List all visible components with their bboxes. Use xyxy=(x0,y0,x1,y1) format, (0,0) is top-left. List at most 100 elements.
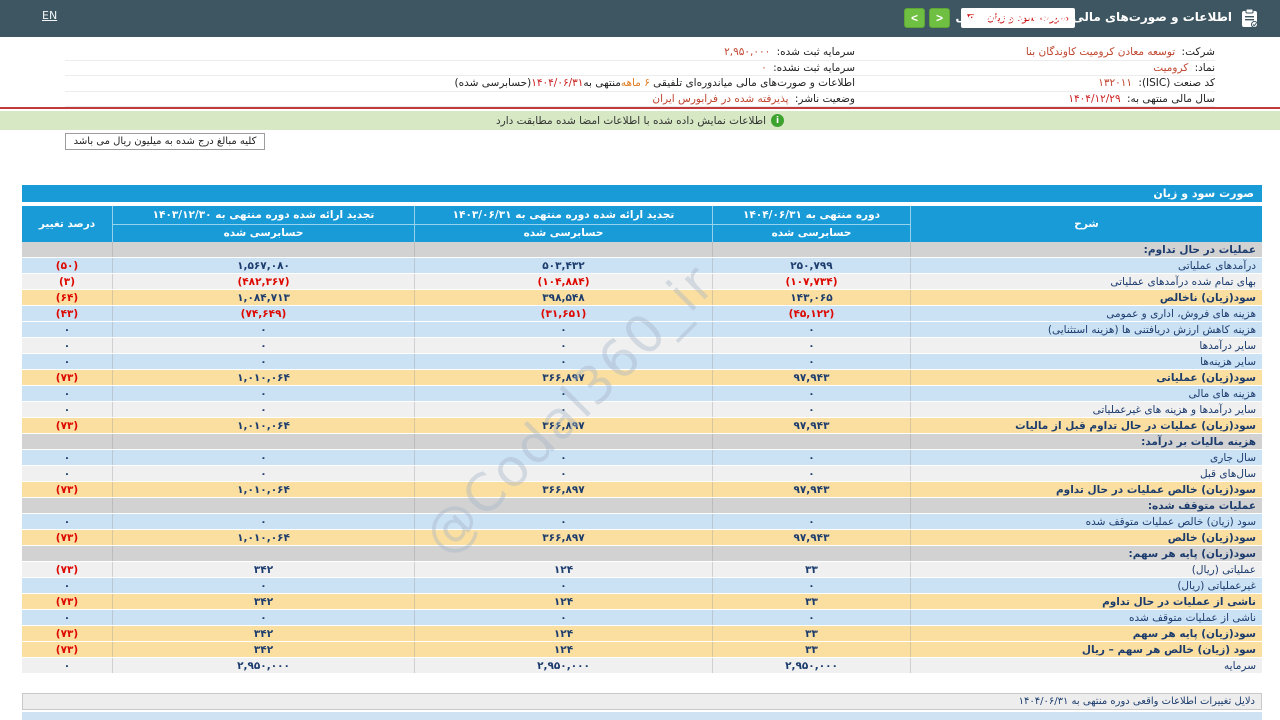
statement-row: سود(زیان) ناخالص ۱۴۳,۰۶۵ ۳۹۸,۵۴۸ ۱,۰۸۴,۷۱۳ (… xyxy=(22,290,1262,306)
row-value-restated-year: ۳۴۲ xyxy=(112,626,414,641)
row-label: سود(زیان) پایه هر سهم: xyxy=(910,546,1262,561)
column-header-description: شرح xyxy=(910,206,1262,242)
statement-row: سود (زیان) خالص هر سهم – ریال ۳۳ ۱۲۴ ۳۴۲ (۷۳… xyxy=(22,642,1262,658)
row-value-percent-change: (۶۴) xyxy=(55,292,79,304)
statement-row: سایر درآمدها و هزینه های غیرعملیاتی ۰ ۰ ۰ ۰ xyxy=(22,402,1262,418)
statement-row: سود (زیان) خالص عملیات متوقف شده ۰ ۰ ۰ ۰ xyxy=(22,514,1262,530)
row-label: ناشی از عملیات متوقف شده xyxy=(910,610,1262,625)
row-value-restated-half: ۳۶۶,۸۹۷ xyxy=(414,370,712,385)
row-value-current: ۰ xyxy=(712,466,910,481)
row-value-percent-change: (۴۳) xyxy=(55,308,79,320)
row-value-current: ۰ xyxy=(712,514,910,529)
codal-statement-page: EN < > صورت سود و زیان ▼ اطلاعات و صورت‌… xyxy=(0,0,1280,720)
row-value-restated-year: ۱,۰۱۰,۰۶۴ xyxy=(112,370,414,385)
row-value-current: ۰ xyxy=(712,402,910,417)
report-period-line: اطلاعات و صورت‌های مالی میاندوره‌ای تلفی… xyxy=(649,77,855,89)
row-value-restated-year xyxy=(112,546,414,561)
next-statement-button[interactable]: > xyxy=(929,8,950,28)
row-value-restated-year xyxy=(112,498,414,513)
statement-row: درآمدهای عملیاتی ۲۵۰,۷۹۹ ۵۰۳,۴۳۲ ۱,۵۶۷,۰۸۰ (… xyxy=(22,258,1262,274)
row-value-current: ۹۷,۹۴۳ xyxy=(712,418,910,433)
english-language-link[interactable]: EN xyxy=(42,9,57,22)
top-header-bar: EN < > صورت سود و زیان ▼ اطلاعات و صورت‌… xyxy=(0,0,1280,37)
row-value-percent-change xyxy=(22,498,112,513)
row-label: سود(زیان) عملیات در حال تداوم قبل از مال… xyxy=(910,418,1262,433)
row-value-percent-change xyxy=(22,242,112,257)
row-label: سود (زیان) خالص هر سهم – ریال xyxy=(910,642,1262,657)
row-value-restated-half: ۲,۹۵۰,۰۰۰ xyxy=(414,658,712,673)
row-value-current: ۳۳ xyxy=(712,562,910,577)
registered-capital-label: سرمایه ثبت شده: xyxy=(776,46,855,58)
column-header-restated-half: تجدید ارائه شده دوره منتهی به ۱۴۰۳/۰۶/۳۱… xyxy=(414,206,712,242)
row-value-restated-half xyxy=(414,546,712,561)
row-value-percent-change: ۰ xyxy=(63,516,71,528)
row-value-percent-change: (۷۳) xyxy=(55,532,79,544)
row-value-restated-half: ۱۲۴ xyxy=(414,594,712,609)
row-value-restated-year: ۳۴۲ xyxy=(112,562,414,577)
row-value-restated-year xyxy=(112,242,414,257)
row-value-restated-year: ۱,۵۶۷,۰۸۰ xyxy=(112,258,414,273)
row-value-percent-change: (۷۳) xyxy=(55,420,79,432)
row-label: هزینه کاهش ارزش دریافتنی ها (هزینه استثن… xyxy=(910,322,1262,337)
row-value-current: ۰ xyxy=(712,354,910,369)
statement-row: سرمایه ۲,۹۵۰,۰۰۰ ۲,۹۵۰,۰۰۰ ۲,۹۵۰,۰۰۰ ۰ xyxy=(22,658,1262,674)
unregistered-capital-value: ۰ xyxy=(761,61,767,74)
row-label: سایر درآمدها و هزینه های غیرعملیاتی xyxy=(910,402,1262,417)
row-label: هزینه مالیات بر درآمد: xyxy=(910,434,1262,449)
row-value-restated-half: ۰ xyxy=(414,386,712,401)
symbol-label: نماد: xyxy=(1194,61,1215,74)
fiscal-year-label: سال مالی منتهی به: xyxy=(1126,92,1215,105)
row-value-current: ۰ xyxy=(712,450,910,465)
row-value-restated-half xyxy=(414,434,712,449)
statement-row: سود(زیان) خالص ۹۷,۹۴۳ ۳۶۶,۸۹۷ ۱,۰۱۰,۰۶۴ (۷۳) xyxy=(22,530,1262,546)
statement-row: سود(زیان) خالص عملیات در حال تداوم ۹۷,۹۴۳… xyxy=(22,482,1262,498)
statement-row: سود(زیان) عملیاتی ۹۷,۹۴۳ ۳۶۶,۸۹۷ ۱,۰۱۰,۰۶۴ (… xyxy=(22,370,1262,386)
row-label: سال‌های قبل xyxy=(910,466,1262,481)
row-value-current: ۳۳ xyxy=(712,642,910,657)
row-value-restated-year: ۰ xyxy=(112,322,414,337)
row-value-percent-change: (۳) xyxy=(58,276,75,288)
info-row: سال مالی منتهی به: ۱۴۰۴/۱۲/۲۹ وضعیت ناشر… xyxy=(65,92,1215,107)
row-value-restated-half: ۰ xyxy=(414,338,712,353)
statement-row: سایر درآمدها ۰ ۰ ۰ ۰ xyxy=(22,338,1262,354)
statement-row: عملیاتی (ریال) ۳۳ ۱۲۴ ۳۴۲ (۷۳) xyxy=(22,562,1262,578)
row-label: سود (زیان) خالص عملیات متوقف شده xyxy=(910,514,1262,529)
row-value-restated-year: ۰ xyxy=(112,610,414,625)
row-label: درآمدهای عملیاتی xyxy=(910,258,1262,273)
row-label: عملیات متوقف شده: xyxy=(910,498,1262,513)
statement-section-row: عملیات در حال تداوم: xyxy=(22,242,1262,258)
registered-capital-value: ۲,۹۵۰,۰۰۰ xyxy=(724,46,771,58)
row-value-restated-half: ۳۶۶,۸۹۷ xyxy=(414,482,712,497)
row-label: سود(زیان) خالص xyxy=(910,530,1262,545)
row-value-restated-half: ۰ xyxy=(414,354,712,369)
statement-row: سود(زیان) پایه هر سهم ۳۳ ۱۲۴ ۳۴۲ (۷۳) xyxy=(22,626,1262,642)
row-value-percent-change: (۷۳) xyxy=(55,596,79,608)
info-row: نماد: کرومیت سرمایه ثبت نشده: ۰ xyxy=(65,61,1215,76)
row-value-restated-half: ۳۹۸,۵۴۸ xyxy=(414,290,712,305)
row-value-restated-year: ۰ xyxy=(112,354,414,369)
unregistered-capital-label: سرمایه ثبت نشده: xyxy=(773,61,855,74)
row-label: ناشی از عملیات در حال تداوم xyxy=(910,594,1262,609)
statement-row: سود(زیان) عملیات در حال تداوم قبل از مال… xyxy=(22,418,1262,434)
row-value-current: ۰ xyxy=(712,322,910,337)
row-value-restated-half: ۰ xyxy=(414,402,712,417)
row-value-restated-year: ۰ xyxy=(112,450,414,465)
row-value-current: ۹۷,۹۴۳ xyxy=(712,370,910,385)
row-value-current: (۴۵,۱۲۲) xyxy=(712,306,910,321)
company-name: توسعه معادن کرومیت کاوندگان بنا xyxy=(1025,46,1176,58)
page-title: اطلاعات و صورت‌های مالی میاندوره‌ای تلفی… xyxy=(955,10,1232,24)
row-label: سایر درآمدها xyxy=(910,338,1262,353)
clipboard-report-icon xyxy=(1242,8,1258,28)
row-value-percent-change: ۰ xyxy=(63,660,71,672)
audited-note: (حسابرسی شده) xyxy=(454,77,532,89)
row-value-restated-year: ۰ xyxy=(112,466,414,481)
row-label: سود(زیان) ناخالص xyxy=(910,290,1262,305)
statement-row: بهای تمام شده درآمدهای عملیاتی (۱۰۷,۷۳۴)(… xyxy=(22,274,1262,290)
row-value-percent-change: (۷۳) xyxy=(55,644,79,656)
notice-text: اطلاعات نمایش داده شده با اطلاعات امضا ش… xyxy=(496,114,766,127)
row-value-current xyxy=(712,434,910,449)
previous-statement-button[interactable]: < xyxy=(904,8,925,28)
row-label: سود(زیان) پایه هر سهم xyxy=(910,626,1262,641)
statement-row: ناشی از عملیات در حال تداوم ۳۳ ۱۲۴ ۳۴۲ (۷۳) xyxy=(22,594,1262,610)
statement-row: ناشی از عملیات متوقف شده ۰ ۰ ۰ ۰ xyxy=(22,610,1262,626)
